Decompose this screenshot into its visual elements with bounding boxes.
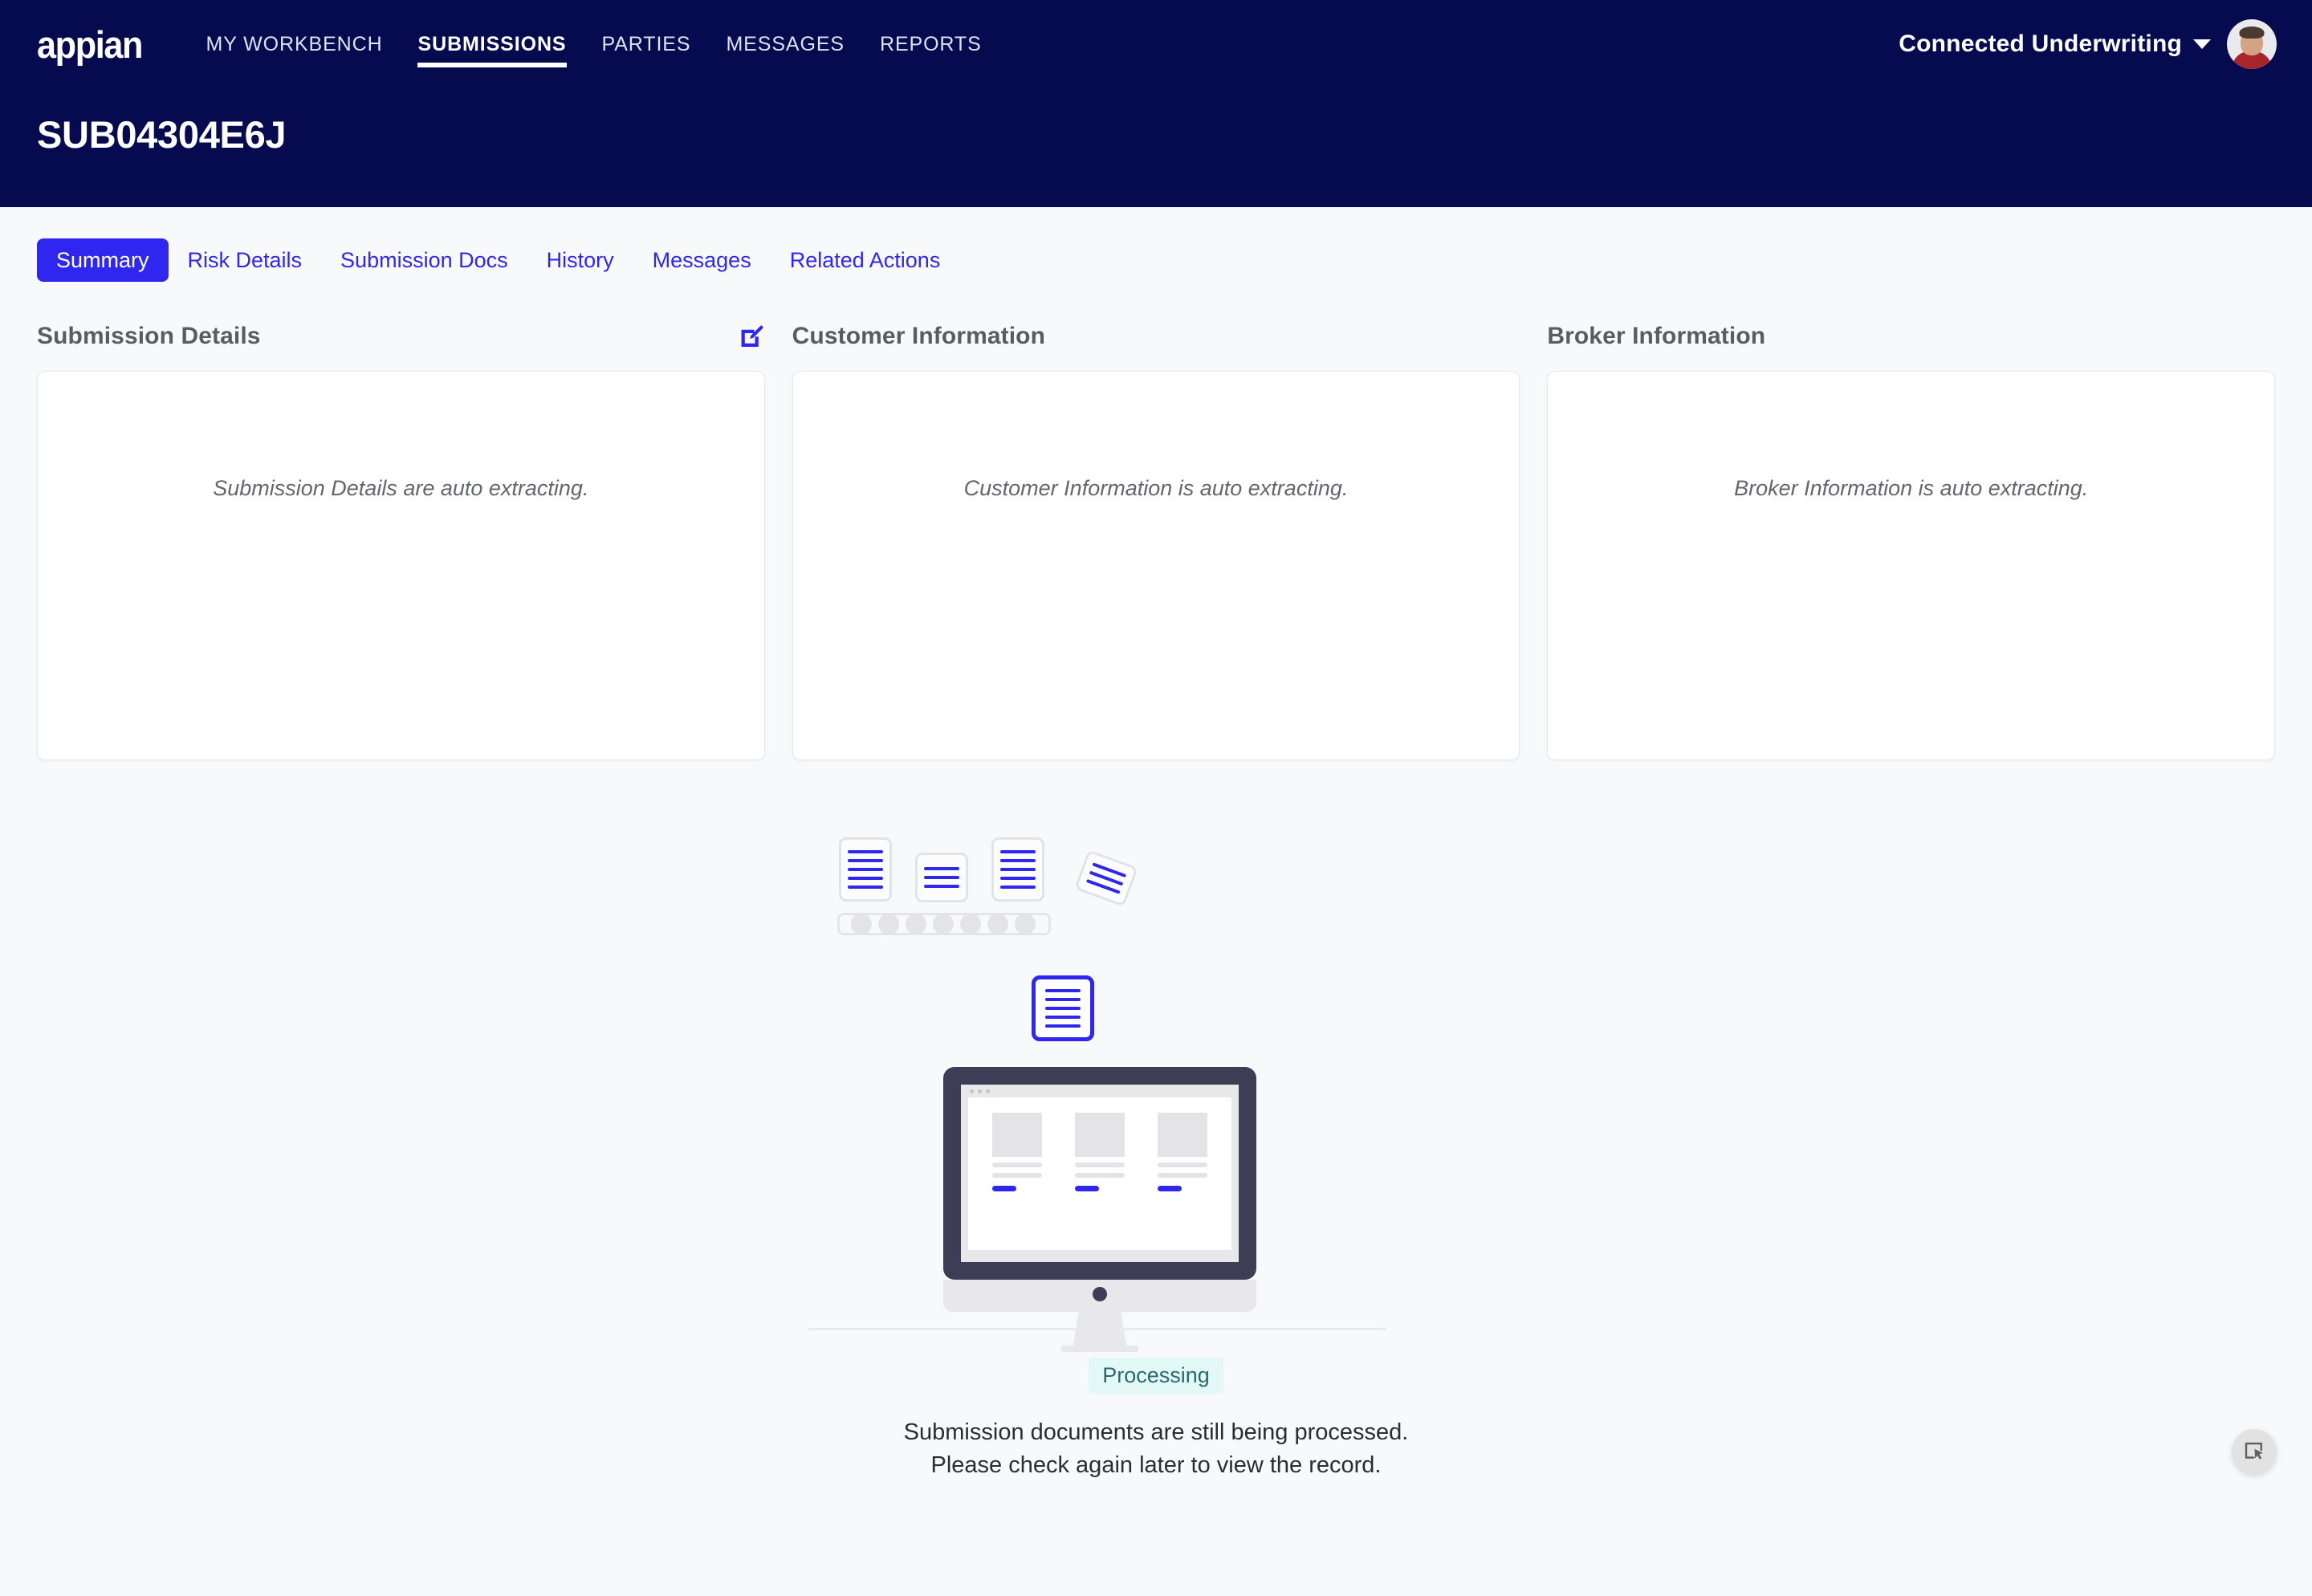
tab-risk-details[interactable]: Risk Details [169, 238, 322, 282]
card-body: Broker Information is auto extracting. [1547, 371, 2276, 760]
card-title: Submission Details [37, 323, 261, 349]
summary-cards-row: Submission Details Submission Details ar… [0, 313, 2312, 760]
browser-chrome-dots [961, 1085, 1239, 1097]
edit-icon[interactable] [738, 323, 765, 350]
nav-item-my-workbench[interactable]: MY WORKBENCH [188, 0, 400, 88]
avatar[interactable] [2227, 19, 2277, 69]
primary-nav-links: MY WORKBENCH SUBMISSIONS PARTIES MESSAGE… [188, 0, 999, 88]
tab-submission-docs[interactable]: Submission Docs [321, 238, 527, 282]
monitor-frame [943, 1067, 1256, 1280]
monitor-screen [961, 1085, 1239, 1262]
card-body: Customer Information is auto extracting. [792, 371, 1520, 760]
placeholder-card [992, 1113, 1043, 1191]
monitor-base [1061, 1346, 1138, 1352]
monitor-chin [943, 1280, 1256, 1312]
placeholder-card [1157, 1113, 1207, 1191]
highlighted-document-icon [1032, 975, 1094, 1041]
select-region-cursor-icon [2245, 1442, 2263, 1460]
card-empty-message: Broker Information is auto extracting. [1734, 476, 2089, 500]
tilted-document-icon [1074, 849, 1138, 907]
appian-logo[interactable]: appian [37, 26, 143, 63]
card-title: Broker Information [1547, 323, 1766, 349]
card-broker-information: Broker Information Broker Information is… [1547, 313, 2276, 760]
account-name-label[interactable]: Connected Underwriting [1899, 31, 2182, 58]
processing-illustration-area [0, 820, 2312, 1352]
document-icon [839, 837, 892, 902]
account-area: Connected Underwriting [1899, 19, 2277, 69]
document-icon [915, 853, 968, 902]
avatar-hair [2239, 26, 2265, 39]
card-customer-information: Customer Information Customer Informatio… [792, 313, 1520, 760]
status-section: Processing Submission documents are stil… [0, 1358, 2312, 1482]
nav-item-parties[interactable]: PARTIES [584, 0, 708, 88]
top-navigation-bar: appian MY WORKBENCH SUBMISSIONS PARTIES … [0, 0, 2312, 207]
nav-item-submissions[interactable]: SUBMISSIONS [401, 0, 584, 88]
card-header: Customer Information [792, 313, 1520, 360]
card-body: Submission Details are auto extracting. [37, 371, 765, 760]
placeholder-card [1074, 1113, 1125, 1191]
select-region-cursor-button[interactable] [2232, 1429, 2277, 1474]
status-message: Submission documents are still being pro… [0, 1416, 2312, 1482]
card-submission-details: Submission Details Submission Details ar… [37, 313, 765, 760]
tab-summary[interactable]: Summary [37, 238, 169, 283]
status-message-line-2: Please check again later to view the rec… [930, 1452, 1382, 1479]
nav-item-reports[interactable]: REPORTS [862, 0, 999, 88]
nav-row: appian MY WORKBENCH SUBMISSIONS PARTIES … [0, 0, 2312, 88]
tab-messages[interactable]: Messages [633, 238, 771, 282]
status-message-line-1: Submission documents are still being pro… [903, 1419, 1409, 1445]
card-empty-message: Submission Details are auto extracting. [213, 476, 589, 500]
card-title: Customer Information [792, 323, 1046, 349]
status-badge: Processing [1089, 1358, 1223, 1394]
monitor-page-content [968, 1097, 1231, 1250]
ground-line [808, 1328, 1386, 1330]
tab-related-actions[interactable]: Related Actions [771, 238, 960, 282]
card-empty-message: Customer Information is auto extracting. [963, 476, 1349, 500]
card-header: Broker Information [1547, 313, 2275, 360]
monitor-illustration [943, 1067, 1256, 1352]
chevron-down-icon[interactable] [2193, 39, 2211, 49]
document-icon [991, 837, 1044, 902]
record-tabs: Summary Risk Details Submission Docs His… [0, 218, 2312, 302]
nav-item-messages[interactable]: MESSAGES [708, 0, 862, 88]
conveyor-belt [837, 913, 1051, 935]
page-title: SUB04304E6J [37, 113, 287, 156]
tab-history[interactable]: History [527, 238, 633, 282]
card-header: Submission Details [37, 313, 765, 360]
processing-illustration [808, 820, 1481, 1352]
monitor-power-dot [1093, 1287, 1107, 1301]
